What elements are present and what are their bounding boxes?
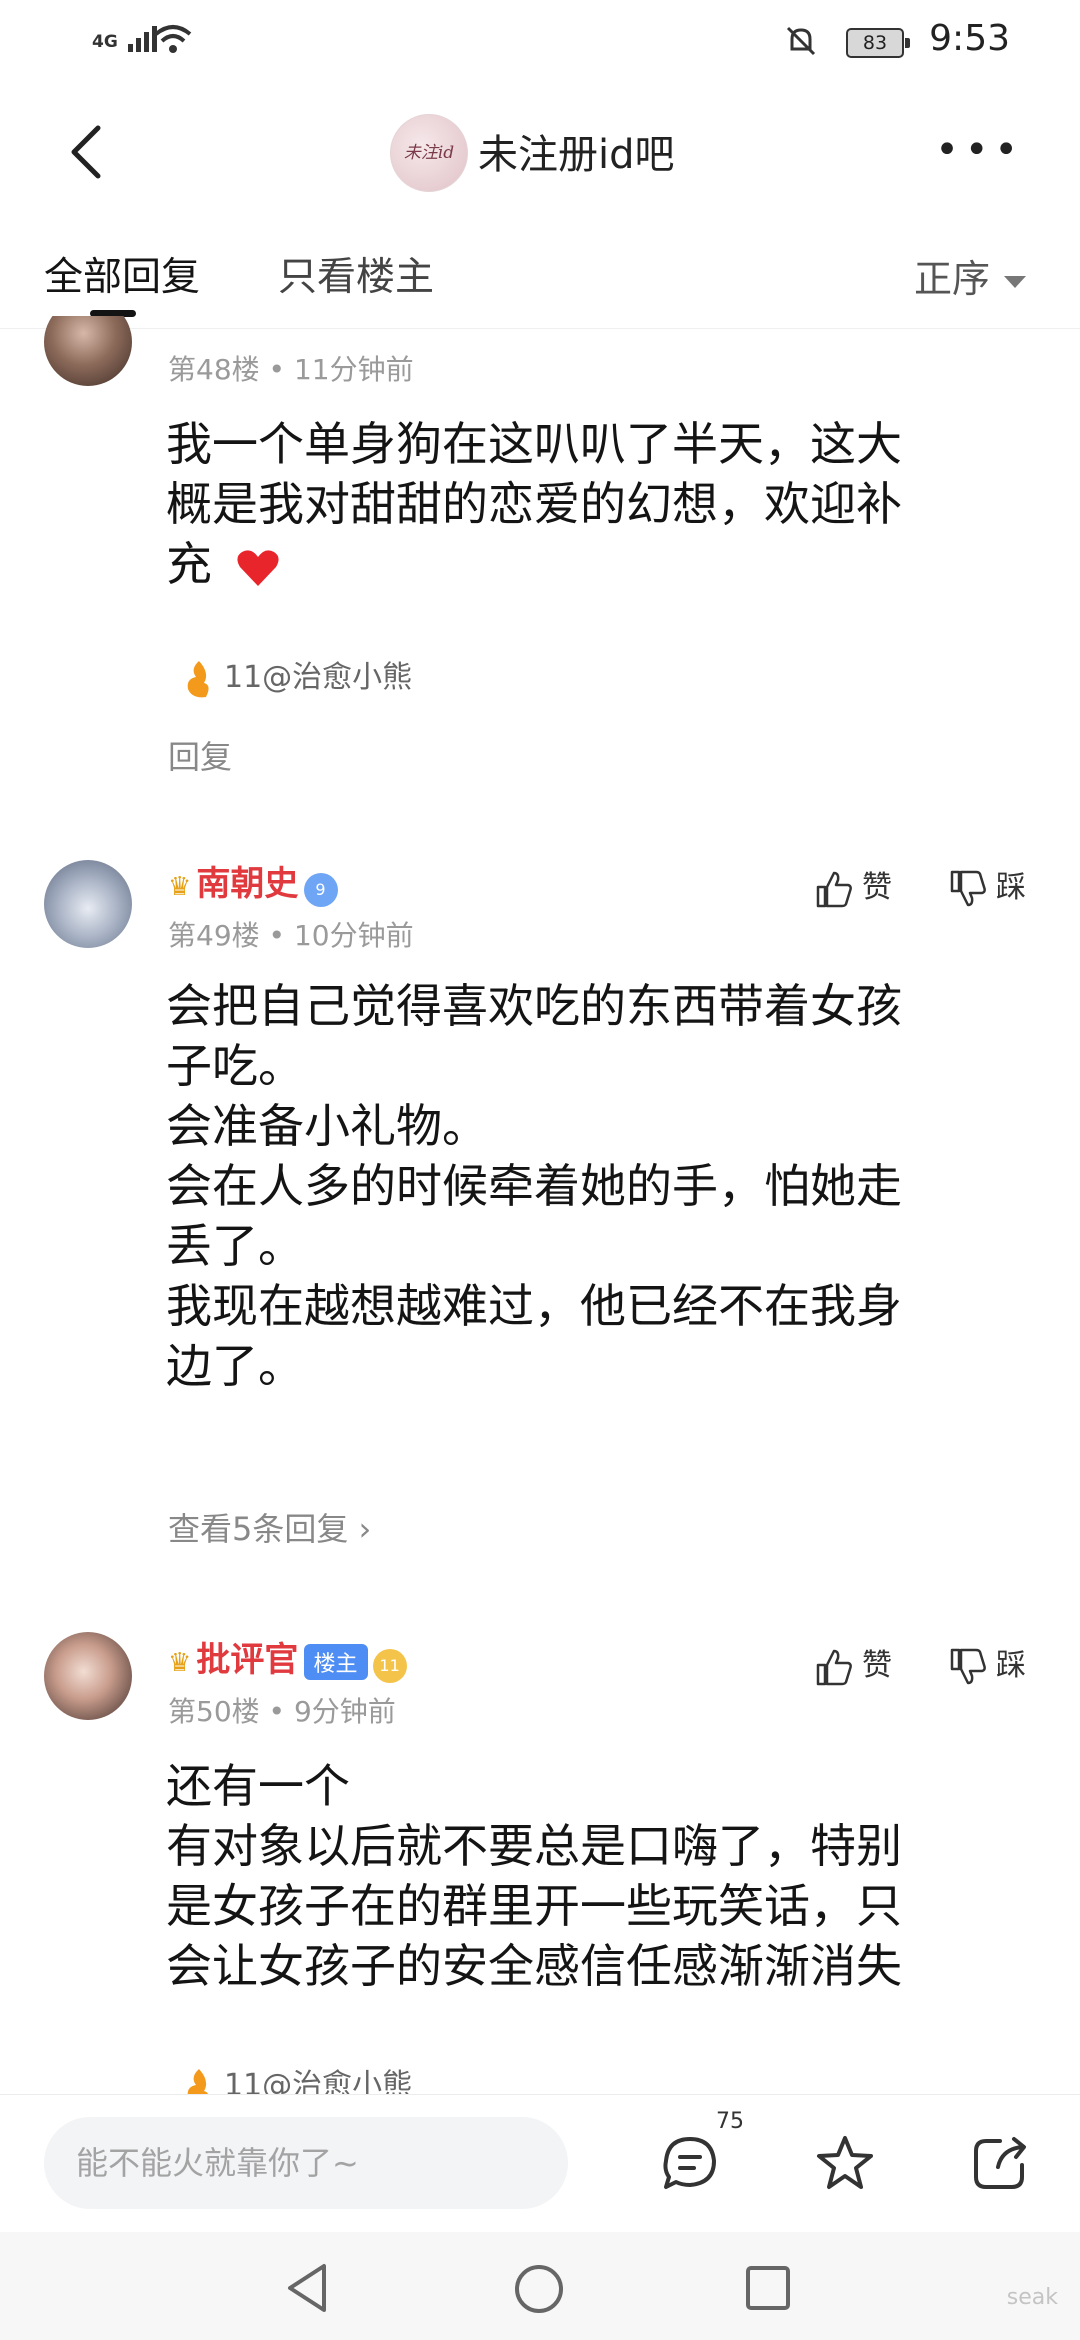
dislike-label: 踩 bbox=[996, 870, 1026, 905]
post-body: 会把自己觉得喜欢吃的东西带着女孩 子吃。 会准备小礼物。 会在人多的时候牵着她的… bbox=[166, 976, 1076, 1396]
tagged-user-name: 11@治愈小熊 bbox=[224, 2068, 413, 2094]
post-line: 还有一个 bbox=[166, 1759, 350, 1813]
system-nav-bar: seak bbox=[0, 2232, 1080, 2340]
dislike-label: 踩 bbox=[996, 1648, 1026, 1683]
thumbs-up-icon bbox=[816, 871, 852, 907]
thumbs-down-icon bbox=[950, 1648, 986, 1684]
username[interactable]: 批评官 bbox=[196, 1640, 298, 1680]
post-line: 会准备小礼物。 bbox=[166, 1099, 488, 1153]
wifi-icon bbox=[154, 25, 192, 53]
post-line: 子吃。 bbox=[166, 1039, 304, 1093]
reply-link[interactable]: 回复 bbox=[168, 732, 232, 778]
back-arrow-icon[interactable] bbox=[60, 120, 116, 184]
tagged-user-row[interactable]: 11@治愈小熊 bbox=[168, 2060, 412, 2094]
like-button[interactable]: 赞 bbox=[814, 862, 892, 909]
network-type: 4G bbox=[92, 32, 118, 52]
battery-indicator: 83 bbox=[846, 28, 910, 58]
tagged-user-row[interactable]: 11@治愈小熊 bbox=[184, 652, 412, 699]
dislike-button[interactable]: 踩 bbox=[948, 862, 1026, 909]
thumbs-up-icon bbox=[816, 1649, 852, 1685]
sort-label: 正序 bbox=[913, 257, 990, 301]
post-line: 我一个单身狗在这叭叭了半天，这大 bbox=[166, 417, 902, 471]
clock: 9:53 bbox=[929, 18, 1010, 59]
reply-tabs: 全部回复 只看楼主 正序 bbox=[0, 224, 1080, 329]
level-badge: 9 bbox=[303, 873, 338, 907]
more-options-icon[interactable]: ••• bbox=[935, 130, 1024, 170]
post-line: 是女孩子在的群里开一些玩笑话，只 bbox=[166, 1879, 902, 1933]
op-badge: 楼主 bbox=[303, 1644, 368, 1680]
flame-icon bbox=[187, 2068, 209, 2094]
sort-dropdown[interactable]: 正序 bbox=[914, 248, 1026, 303]
post-line: 会让女孩子的安全感信任感渐渐消失 bbox=[166, 1939, 902, 1993]
tab-all-replies[interactable]: 全部回复 bbox=[44, 246, 200, 302]
tagged-user-row-clipped: 11@治愈小熊 bbox=[168, 2060, 412, 2094]
post-body: 还有一个 有对象以后就不要总是口嗨了，特别 是女孩子在的群里开一些玩笑话，只 会… bbox=[166, 1756, 1076, 1996]
username[interactable]: 南朝史 bbox=[196, 864, 298, 904]
nav-home-icon[interactable] bbox=[512, 2262, 566, 2316]
share-icon[interactable] bbox=[970, 2133, 1030, 2193]
comment-icon[interactable] bbox=[660, 2133, 720, 2193]
post-line: 我现在越想越难过，他已经不在我身 bbox=[166, 1279, 902, 1333]
post-meta: 第49楼 • 10分钟前 bbox=[168, 919, 414, 952]
tagged-user-name: 11@治愈小熊 bbox=[224, 660, 413, 695]
dislike-button[interactable]: 踩 bbox=[948, 1640, 1026, 1687]
view-replies-label: 查看5条回复 bbox=[168, 1510, 349, 1548]
post-line: 会把自己觉得喜欢吃的东西带着女孩 bbox=[166, 979, 902, 1033]
like-label: 赞 bbox=[862, 1648, 892, 1683]
post-line: 丢了。 bbox=[166, 1219, 304, 1273]
forum-logo[interactable]: 未注id bbox=[390, 114, 468, 192]
post-line: 有对象以后就不要总是口嗨了，特别 bbox=[166, 1819, 902, 1873]
status-bar: 4G 83 9:53 bbox=[0, 0, 1080, 84]
crown-icon: ♛ bbox=[168, 872, 192, 902]
comment-count: 75 bbox=[716, 2109, 744, 2134]
dropdown-arrow-icon bbox=[1004, 275, 1026, 288]
post-48-avatar-wrap bbox=[44, 316, 132, 386]
post-author-row: ♛ 南朝史 9 bbox=[168, 856, 338, 907]
like-label: 赞 bbox=[862, 870, 892, 905]
post-line: 会在人多的时候牵着她的手，怕她走 bbox=[166, 1159, 902, 1213]
post-author-row: ♛ 批评官 楼主 11 bbox=[168, 1632, 407, 1683]
tab-op-only[interactable]: 只看楼主 bbox=[278, 246, 434, 302]
avatar[interactable] bbox=[44, 316, 132, 386]
nav-back-icon[interactable] bbox=[284, 2262, 332, 2314]
post-meta: 第48楼 • 11分钟前 bbox=[168, 353, 414, 386]
bottom-action-bar: 能不能火就靠你了~ 75 bbox=[0, 2094, 1080, 2233]
level-badge: 11 bbox=[372, 1649, 407, 1683]
post-line-text: 充 bbox=[166, 537, 212, 591]
post-line: 概是我对甜甜的恋爱的幻想，欢迎补 bbox=[166, 477, 902, 531]
crown-icon: ♛ bbox=[168, 1648, 192, 1678]
heart-emoji-icon bbox=[237, 549, 279, 586]
thumbs-down-icon bbox=[950, 870, 986, 906]
post-meta: 第50楼 • 9分钟前 bbox=[168, 1695, 396, 1728]
flame-icon bbox=[187, 660, 209, 697]
chevron-right-icon: › bbox=[348, 1510, 372, 1548]
reply-input[interactable]: 能不能火就靠你了~ bbox=[44, 2117, 568, 2209]
star-icon[interactable] bbox=[814, 2133, 876, 2193]
forum-name[interactable]: 未注册id吧 bbox=[478, 122, 675, 180]
post-line: 边了。 bbox=[166, 1339, 304, 1393]
view-replies-link[interactable]: 查看5条回复 › bbox=[168, 1504, 371, 1550]
nav-recents-icon[interactable] bbox=[744, 2264, 792, 2312]
post-body: 我一个单身狗在这叭叭了半天，这大 概是我对甜甜的恋爱的幻想，欢迎补 充 bbox=[166, 414, 1076, 594]
avatar[interactable] bbox=[44, 860, 132, 948]
avatar[interactable] bbox=[44, 1632, 132, 1720]
watermark: seak bbox=[1006, 2285, 1058, 2310]
post-line: 充 bbox=[166, 534, 1076, 594]
mute-bell-icon bbox=[786, 26, 816, 56]
like-button[interactable]: 赞 bbox=[814, 1640, 892, 1687]
top-header: 未注id 未注册id吧 ••• bbox=[0, 84, 1080, 224]
